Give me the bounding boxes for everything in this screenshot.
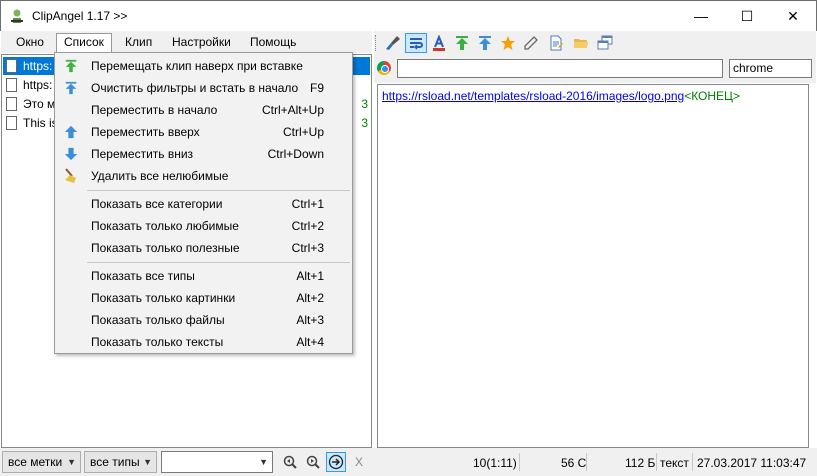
app-logo-icon xyxy=(11,9,23,23)
menu-item-delete-unfavorites[interactable]: Удалить все нелюбимые xyxy=(57,165,350,187)
menu-item-show-useful[interactable]: Показать только полезные Ctrl+3 xyxy=(57,237,350,259)
status-type: текст xyxy=(660,456,689,470)
status-separator xyxy=(656,453,657,471)
clip-link[interactable]: https://rsload.net/templates/rsload-2016… xyxy=(382,89,684,103)
title-bar: ClipAngel 1.17 >> — ☐ ✕ xyxy=(0,0,817,31)
move-to-top-green-icon xyxy=(63,58,79,74)
document-icon[interactable] xyxy=(545,33,567,53)
clear-filters-icon xyxy=(63,80,79,96)
broom-icon xyxy=(63,168,79,184)
chrome-icon xyxy=(377,61,391,75)
menu-item-show-all-types[interactable]: Показать все типы Alt+1 xyxy=(57,265,350,287)
tags-filter-select[interactable]: все метки ▼ xyxy=(2,451,81,473)
clip-count: 3 xyxy=(361,97,368,111)
status-separator xyxy=(519,453,520,471)
menu-list[interactable]: Список xyxy=(56,33,112,52)
move-top-blue-icon[interactable] xyxy=(474,33,496,53)
menu-settings[interactable]: Настройки xyxy=(165,33,238,52)
menu-separator xyxy=(87,190,350,191)
search-next-icon[interactable] xyxy=(303,452,323,472)
favorite-star-icon[interactable] xyxy=(497,33,519,53)
close-button[interactable]: ✕ xyxy=(770,1,816,31)
status-separator xyxy=(692,453,693,471)
menu-item-move-up[interactable]: Переместить вверх Ctrl+Up xyxy=(57,121,350,143)
menu-item-show-all-categories[interactable]: Показать все категории Ctrl+1 xyxy=(57,193,350,215)
source-app-field[interactable]: chrome xyxy=(729,59,812,78)
brush-icon[interactable] xyxy=(382,33,404,53)
windows-icon[interactable] xyxy=(594,33,616,53)
list-menu-dropdown: Перемещать клип наверх при вставке Очист… xyxy=(54,52,353,354)
go-arrow-icon[interactable] xyxy=(326,452,346,472)
status-separator xyxy=(586,453,587,471)
status-position: 10(1:11) xyxy=(473,456,517,470)
menu-item-show-texts[interactable]: Показать только тексты Alt+4 xyxy=(57,331,350,353)
menu-help[interactable]: Помощь xyxy=(243,33,303,52)
types-filter-select[interactable]: все типы ▼ xyxy=(84,451,157,473)
status-size: 112 Б xyxy=(625,456,656,470)
menu-item-move-clip-to-top[interactable]: Перемещать клип наверх при вставке xyxy=(57,55,350,77)
toolbar-separator xyxy=(375,35,378,51)
document-icon xyxy=(6,97,17,111)
clip-count: 3 xyxy=(361,116,368,130)
source-url-field[interactable] xyxy=(397,59,723,78)
search-previous-icon[interactable] xyxy=(280,452,300,472)
document-icon xyxy=(6,116,17,130)
minimize-button[interactable]: — xyxy=(678,1,724,31)
menu-item-clear-filters[interactable]: Очистить фильтры и встать в начало F9 xyxy=(57,77,350,99)
clip-text-view[interactable]: https://rsload.net/templates/rsload-2016… xyxy=(377,84,809,448)
maximize-button[interactable]: ☐ xyxy=(724,1,770,31)
menu-bar: Окно Список Клип Настройки Помощь xyxy=(1,31,372,53)
menu-item-move-to-start[interactable]: Переместить в начало Ctrl+Alt+Up xyxy=(57,99,350,121)
menu-clip[interactable]: Клип xyxy=(118,33,159,52)
clear-search-button[interactable]: X xyxy=(349,452,369,472)
folder-icon[interactable] xyxy=(570,33,592,53)
menu-window[interactable]: Окно xyxy=(9,33,51,52)
menu-item-move-down[interactable]: Переместить вниз Ctrl+Down xyxy=(57,143,350,165)
document-icon xyxy=(6,59,17,73)
menu-separator xyxy=(87,262,350,263)
chevron-down-icon: ▼ xyxy=(259,457,268,467)
edit-pencil-icon[interactable] xyxy=(520,33,542,53)
chevron-down-icon: ▼ xyxy=(143,457,152,467)
menu-item-show-files[interactable]: Показать только файлы Alt+3 xyxy=(57,309,350,331)
menu-item-show-favorites[interactable]: Показать только любимые Ctrl+2 xyxy=(57,215,350,237)
status-chars: 56 С xyxy=(561,456,587,470)
document-icon xyxy=(6,78,17,92)
move-down-icon xyxy=(63,146,79,162)
search-input[interactable]: ▼ xyxy=(161,451,273,473)
window-title: ClipAngel 1.17 >> xyxy=(32,9,128,23)
word-wrap-icon[interactable] xyxy=(405,33,427,53)
menu-item-show-images[interactable]: Показать только картинки Alt+2 xyxy=(57,287,350,309)
move-top-icon[interactable] xyxy=(451,33,473,53)
font-color-icon[interactable] xyxy=(428,33,450,53)
chevron-down-icon: ▼ xyxy=(67,457,76,467)
end-marker: <КОНЕЦ> xyxy=(684,89,740,103)
move-up-icon xyxy=(63,124,79,140)
status-time: 27.03.2017 11:03:47 xyxy=(697,456,807,470)
